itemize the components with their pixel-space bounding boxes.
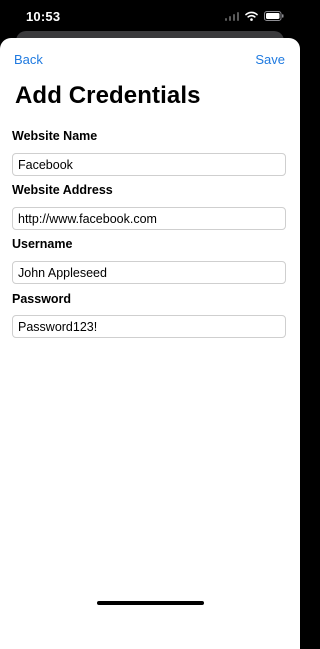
username-label: Username (12, 237, 73, 251)
website-address-input[interactable] (12, 207, 286, 230)
add-credentials-sheet: Back Save Add Credentials Website Name W… (0, 38, 300, 649)
status-icons (225, 11, 284, 21)
page-title: Add Credentials (15, 82, 201, 109)
status-time: 10:53 (26, 9, 61, 24)
username-input[interactable] (12, 261, 286, 284)
battery-icon (264, 11, 284, 21)
save-button[interactable]: Save (255, 52, 285, 67)
website-name-label: Website Name (12, 129, 98, 143)
home-indicator[interactable] (97, 601, 204, 605)
password-label: Password (12, 292, 72, 306)
password-input[interactable] (12, 315, 286, 338)
status-bar: 10:53 (0, 0, 300, 34)
website-address-label: Website Address (12, 183, 113, 197)
signal-icon (225, 11, 239, 21)
back-button[interactable]: Back (14, 52, 43, 67)
wifi-icon (245, 11, 258, 21)
website-name-input[interactable] (12, 153, 286, 176)
